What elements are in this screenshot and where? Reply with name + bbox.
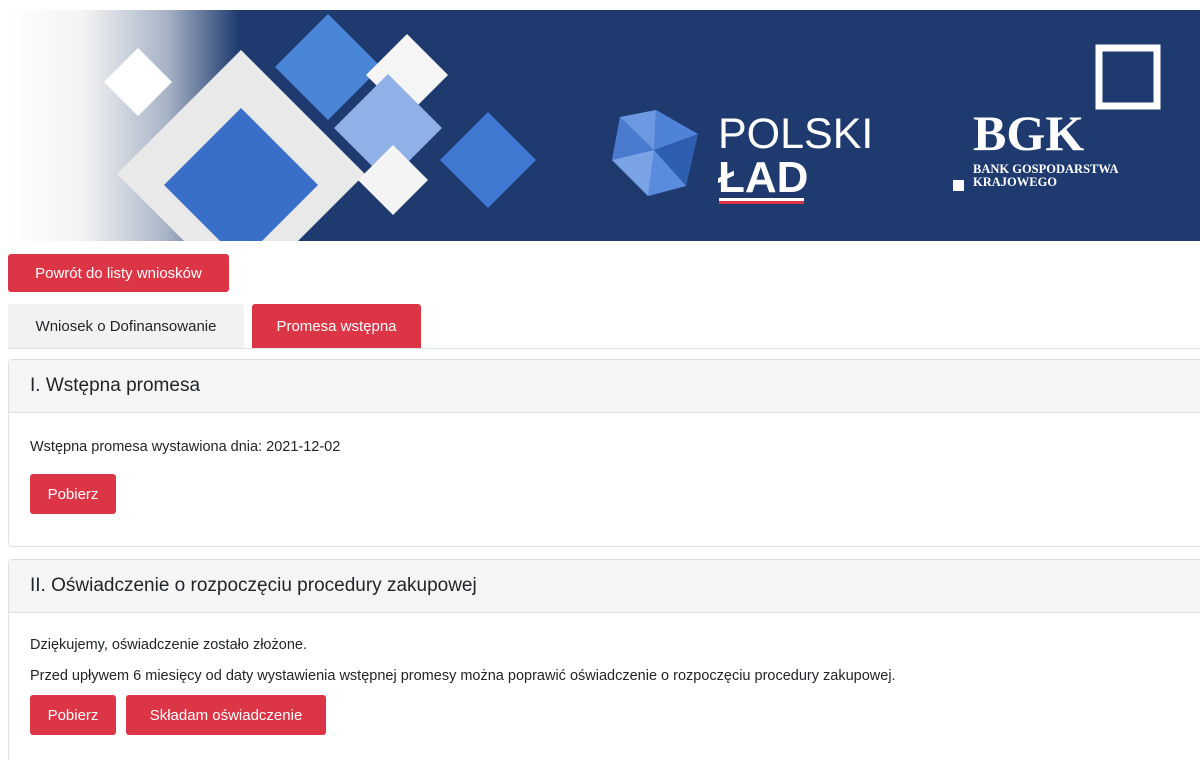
section-title: II. Oświadczenie o rozpoczęciu procedury… — [9, 560, 1200, 613]
flag-stripe-white — [719, 198, 804, 201]
bgk-logo-text: BGK — [973, 105, 1084, 161]
thanks-text: Dziękujemy, oświadczenie zostało złożone… — [30, 637, 307, 653]
tab-preliminary-promise[interactable]: Promesa wstępna — [252, 304, 421, 348]
flag-stripe-red — [719, 201, 804, 204]
info-text: Przed upływem 6 miesięcy od daty wystawi… — [30, 668, 896, 684]
download-statement-button[interactable]: Pobierz — [30, 695, 116, 735]
issued-date-text: Wstępna promesa wystawiona dnia: 2021-12… — [30, 439, 341, 455]
back-to-list-button[interactable]: Powrót do listy wniosków — [8, 254, 229, 292]
submit-statement-button[interactable]: Składam oświadczenie — [126, 695, 326, 735]
section-procurement-statement: II. Oświadczenie o rozpoczęciu procedury… — [8, 559, 1200, 760]
bgk-small-square-icon — [953, 180, 964, 191]
bgk-name-line-2: KRAJOWEGO — [973, 175, 1057, 189]
section-title: I. Wstępna promesa — [9, 360, 1200, 413]
header-banner: POLSKI ŁAD BGK BANK GOSPODARSTWA KRAJOWE… — [8, 10, 1200, 241]
tab-bar: Wniosek o Dofinansowanie Promesa wstępna — [8, 304, 1200, 349]
lad-logo-text: ŁAD — [718, 153, 808, 202]
section-preliminary-promise: I. Wstępna promesa Wstępna promesa wysta… — [8, 359, 1200, 547]
tab-application[interactable]: Wniosek o Dofinansowanie — [8, 304, 244, 348]
download-promise-button[interactable]: Pobierz — [30, 474, 116, 514]
bgk-name-line-1: BANK GOSPODARSTWA — [973, 162, 1119, 176]
polski-logo-text: POLSKI — [718, 110, 873, 158]
banner-graphic: POLSKI ŁAD BGK BANK GOSPODARSTWA KRAJOWE… — [8, 10, 1200, 241]
